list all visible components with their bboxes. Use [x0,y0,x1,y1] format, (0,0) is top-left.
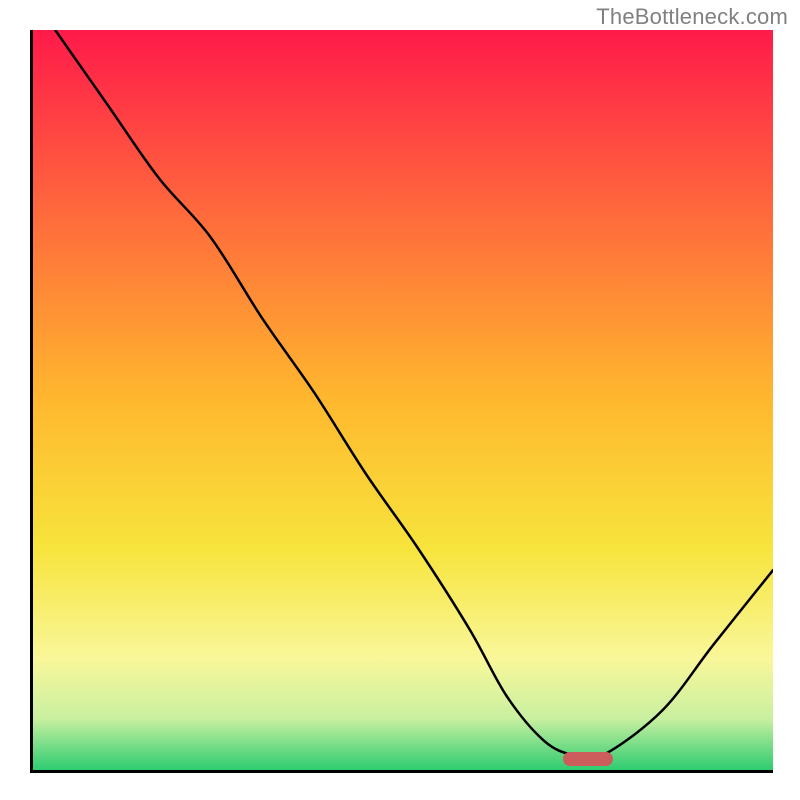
optimal-marker [563,752,613,766]
plot-area [30,30,773,773]
chart-canvas: TheBottleneck.com [0,0,800,800]
bottleneck-curve [33,30,773,770]
watermark-label: TheBottleneck.com [596,4,788,30]
